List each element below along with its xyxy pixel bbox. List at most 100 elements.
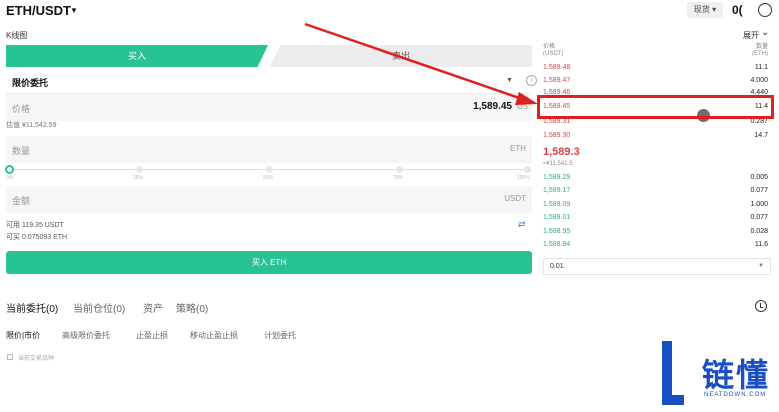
price-input[interactable]: 价格 1,589.45 US <box>6 94 532 121</box>
pair-selector[interactable]: ETH/USDT <box>6 3 71 18</box>
slider-tick-label: 0% <box>6 175 14 181</box>
total-input[interactable]: 金额 USDT <box>6 186 532 213</box>
watermark-subtext: NEATDOWN.COM <box>704 392 767 398</box>
amount-input[interactable]: 数量 ETH <box>6 136 532 163</box>
amount-unit: ETH <box>510 144 526 153</box>
orderbook-qty-header: 数量 (ETH) <box>752 44 768 57</box>
price-value: 1,589.45 <box>473 101 512 112</box>
spot-label: 现货 <box>693 5 710 14</box>
chevron-down-icon: ▼ <box>506 77 513 84</box>
bid-qty: 1.000 <box>750 201 768 208</box>
total-unit: USDT <box>504 194 526 203</box>
ask-qty: 11.4 <box>754 103 768 110</box>
ask-row[interactable]: 1,589.46 4.440 <box>543 87 771 99</box>
total-label: 金额 <box>12 196 31 206</box>
subtab-advanced-limit[interactable]: 高级限价委托 <box>62 330 110 341</box>
ask-row[interactable]: 1,589.30 14.7 <box>543 130 771 142</box>
available-balance: 可用 119.35 USDT <box>6 222 64 229</box>
depth-value: 0.01 <box>550 263 564 270</box>
bid-qty: 0.005 <box>750 174 768 181</box>
slider-tick[interactable] <box>266 166 273 173</box>
tab-assets[interactable]: 资产 <box>143 300 163 315</box>
ask-price: 1,589.30 <box>543 132 571 139</box>
menu-icon[interactable] <box>758 3 772 17</box>
bid-row[interactable]: 1,588.94 11.6 <box>543 239 771 251</box>
bid-row[interactable]: 1,589.29 0.005 <box>543 172 771 184</box>
ask-row[interactable]: 1,589.45 11.4 <box>543 101 771 113</box>
ask-price: 1,589.48 <box>543 64 571 71</box>
max-buy-amount: 可买 0.075093 ETH <box>6 234 68 241</box>
slider-tick-label: 50% <box>263 175 274 181</box>
ask-row[interactable]: 1,589.47 4.000 <box>543 75 771 87</box>
transfer-icon[interactable]: ⇄ <box>518 219 526 230</box>
ask-row[interactable]: 1,589.31 0.287 <box>543 116 771 128</box>
bid-row[interactable]: 1,589.01 0.077 <box>543 212 771 224</box>
slider-tick[interactable] <box>524 166 531 173</box>
kline-toggle[interactable]: K线图 <box>6 30 27 41</box>
ask-qty: 14.7 <box>754 132 768 139</box>
tab-buy[interactable]: 买入 <box>6 45 268 67</box>
logo-icon <box>662 341 684 405</box>
last-price[interactable]: 1,589.3 <box>543 146 580 158</box>
subtab-trailing-stop[interactable]: 移动止盈止损 <box>190 330 238 341</box>
tab-current-orders[interactable]: 当前委托(0) <box>6 300 58 315</box>
top-bar: ETH/USDT ▼ 现货 ▾ 0( <box>0 0 779 22</box>
price-unit: US <box>516 102 528 111</box>
bid-price: 1,589.09 <box>543 201 571 208</box>
slider-tick-label: 75% <box>393 175 404 181</box>
ask-price: 1,589.45 <box>543 103 571 110</box>
orderbook-price-header: 价格 (USDT) <box>543 44 564 57</box>
chevron-down-icon: ▼ <box>758 263 764 269</box>
show-current-pair-label: 当前交易品种 <box>18 356 55 362</box>
chevron-down-icon[interactable]: ⌄ <box>761 27 769 38</box>
price-label: 价格 <box>12 104 31 114</box>
slider-tick[interactable] <box>136 166 143 173</box>
bid-price: 1,588.94 <box>543 241 571 248</box>
order-type-label: 限价委托 <box>12 78 49 88</box>
bid-qty: 11.6 <box>754 241 768 248</box>
bid-price: 1,589.17 <box>543 187 571 194</box>
expand-button[interactable]: 展开 <box>743 30 759 41</box>
subtab-limit-market[interactable]: 限价|市价 <box>6 330 40 341</box>
show-current-pair-checkbox[interactable] <box>7 354 13 360</box>
bid-row[interactable]: 1,588.95 0.028 <box>543 226 771 238</box>
chevron-down-icon[interactable]: ▼ <box>70 6 78 15</box>
top-truncated-text: 0( <box>732 3 743 17</box>
touch-indicator <box>697 109 710 122</box>
info-icon[interactable]: i <box>526 75 537 86</box>
ask-price: 1,589.31 <box>543 118 571 125</box>
ask-price: 1,589.47 <box>543 77 571 84</box>
price-estimate: 估值 ¥11,542.59 <box>6 122 57 129</box>
ask-qty: 4.440 <box>750 89 768 96</box>
bid-price: 1,589.29 <box>543 174 571 181</box>
amount-label: 数量 <box>12 146 31 156</box>
bid-row[interactable]: 1,589.17 0.077 <box>543 185 771 197</box>
buy-eth-button[interactable]: 买入 ETH <box>6 251 532 274</box>
ask-price: 1,589.46 <box>543 89 571 96</box>
slider-tick-label: 100% <box>517 175 530 181</box>
watermark-text: 链懂 <box>702 357 771 393</box>
tab-sell[interactable]: 卖出 <box>270 45 532 67</box>
ask-qty: 11.1 <box>754 64 768 71</box>
slider-tick-label: 25% <box>133 175 144 181</box>
tab-strategies[interactable]: 策略(0) <box>176 300 208 315</box>
subtab-trigger-order[interactable]: 计划委托 <box>264 330 296 341</box>
slider-tick[interactable] <box>396 166 403 173</box>
ask-qty: 4.000 <box>750 77 768 84</box>
bid-qty: 0.077 <box>750 214 768 221</box>
depth-select[interactable]: 0.01 ▼ <box>543 258 771 275</box>
history-icon[interactable] <box>755 300 767 312</box>
amount-slider-handle[interactable] <box>5 165 14 174</box>
ask-qty: 0.287 <box>750 118 768 125</box>
ask-row[interactable]: 1,589.48 11.1 <box>543 62 771 74</box>
order-type-select[interactable]: 限价委托 ▼ i <box>6 68 537 94</box>
last-price-cny: ≈¥11,541.5 <box>543 161 573 167</box>
subtab-tp-sl[interactable]: 止盈止损 <box>136 330 168 341</box>
bid-qty: 0.028 <box>750 228 768 235</box>
bid-price: 1,589.01 <box>543 214 571 221</box>
tab-current-positions[interactable]: 当前仓位(0) <box>73 300 125 315</box>
spot-button[interactable]: 现货 ▾ <box>687 2 723 18</box>
bid-qty: 0.077 <box>750 187 768 194</box>
bid-price: 1,588.95 <box>543 228 571 235</box>
bid-row[interactable]: 1,589.09 1.000 <box>543 199 771 211</box>
